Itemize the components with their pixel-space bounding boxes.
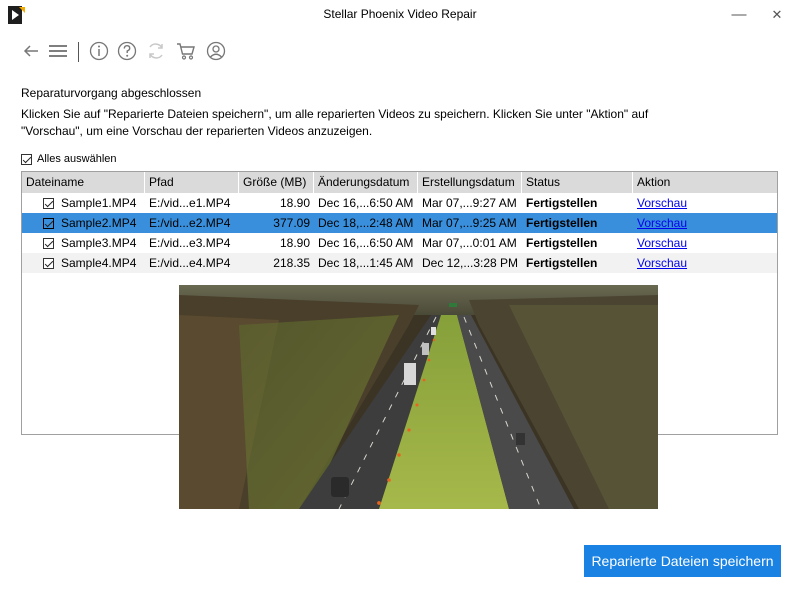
status-text: Fertigstellen (526, 236, 598, 250)
preview-link[interactable]: Vorschau (637, 196, 687, 210)
status-text: Fertigstellen (526, 196, 598, 210)
refresh-icon[interactable] (145, 40, 167, 62)
minimize-button[interactable]: — (724, 4, 754, 26)
table-row-selected[interactable]: Sample2.MP4 E:/vid...e2.MP4 377.09 Dec 1… (22, 213, 777, 233)
column-header-created[interactable]: Erstellungsdatum (418, 172, 522, 193)
close-button[interactable]: ✕ (762, 4, 792, 26)
status-text: Fertigstellen (526, 216, 598, 230)
table-body: Sample1.MP4 E:/vid...e1.MP4 18.90 Dec 16… (22, 193, 777, 273)
preview-link[interactable]: Vorschau (637, 256, 687, 270)
file-path: E:/vid...e4.MP4 (149, 256, 231, 270)
modified-date: Dec 18,...2:48 AM (318, 216, 414, 230)
column-header-status[interactable]: Status (522, 172, 633, 193)
info-icon[interactable] (88, 40, 110, 62)
file-size: 18.90 (279, 196, 310, 210)
select-all-label: Alles auswählen (37, 153, 117, 165)
cart-icon[interactable] (175, 40, 197, 62)
modified-date: Dec 18,...1:45 AM (318, 256, 414, 270)
modified-date: Dec 16,...6:50 AM (318, 236, 414, 250)
video-preview[interactable] (179, 285, 658, 509)
user-account-icon[interactable] (205, 40, 227, 62)
select-all-checkbox[interactable]: Alles auswählen (21, 152, 117, 166)
file-name: Sample2.MP4 (61, 215, 137, 230)
save-repaired-files-button[interactable]: Reparierte Dateien speichern (584, 545, 781, 577)
column-header-path[interactable]: Pfad (145, 172, 239, 193)
file-size: 18.90 (279, 236, 310, 250)
file-name: Sample4.MP4 (61, 255, 137, 270)
row-checkbox[interactable] (43, 257, 54, 269)
file-name: Sample3.MP4 (61, 235, 137, 250)
page-title: Reparaturvorgang abgeschlossen (21, 86, 202, 100)
created-date: Mar 07,...9:25 AM (422, 216, 517, 230)
column-header-size[interactable]: Größe (MB) (239, 172, 314, 193)
column-header-modified[interactable]: Änderungsdatum (314, 172, 418, 193)
column-header-action[interactable]: Aktion (633, 172, 777, 193)
window-title: Stellar Phoenix Video Repair (323, 7, 477, 21)
checkbox-checked-icon[interactable] (21, 153, 32, 165)
file-path: E:/vid...e3.MP4 (149, 236, 231, 250)
title-bar: Stellar Phoenix Video Repair — ✕ (0, 0, 800, 30)
menu-icon[interactable] (47, 40, 69, 62)
table-header: Dateiname Pfad Größe (MB) Änderungsdatum… (22, 172, 777, 193)
toolbar (0, 32, 800, 68)
modified-date: Dec 16,...6:50 AM (318, 196, 414, 210)
file-size: 377.09 (273, 216, 310, 230)
back-arrow-icon[interactable] (20, 40, 42, 62)
file-name: Sample1.MP4 (61, 195, 137, 210)
created-date: Dec 12,...3:28 PM (422, 256, 519, 270)
preview-link[interactable]: Vorschau (637, 236, 687, 250)
table-row[interactable]: Sample4.MP4 E:/vid...e4.MP4 218.35 Dec 1… (22, 253, 777, 273)
file-path: E:/vid...e1.MP4 (149, 196, 231, 210)
file-size: 218.35 (273, 256, 310, 270)
row-checkbox[interactable] (43, 217, 54, 229)
instructions-text: Klicken Sie auf "Reparierte Dateien spei… (21, 107, 649, 138)
table-row[interactable]: Sample3.MP4 E:/vid...e3.MP4 18.90 Dec 16… (22, 233, 777, 253)
preview-link[interactable]: Vorschau (637, 216, 687, 230)
created-date: Mar 07,...0:01 AM (422, 236, 517, 250)
row-checkbox[interactable] (43, 197, 54, 209)
help-icon[interactable] (116, 40, 138, 62)
table-row[interactable]: Sample1.MP4 E:/vid...e1.MP4 18.90 Dec 16… (22, 193, 777, 213)
row-checkbox[interactable] (43, 237, 54, 249)
created-date: Mar 07,...9:27 AM (422, 196, 517, 210)
status-text: Fertigstellen (526, 256, 598, 270)
toolbar-divider (78, 42, 79, 62)
column-header-filename[interactable]: Dateiname (22, 172, 145, 193)
file-path: E:/vid...e2.MP4 (149, 216, 231, 230)
